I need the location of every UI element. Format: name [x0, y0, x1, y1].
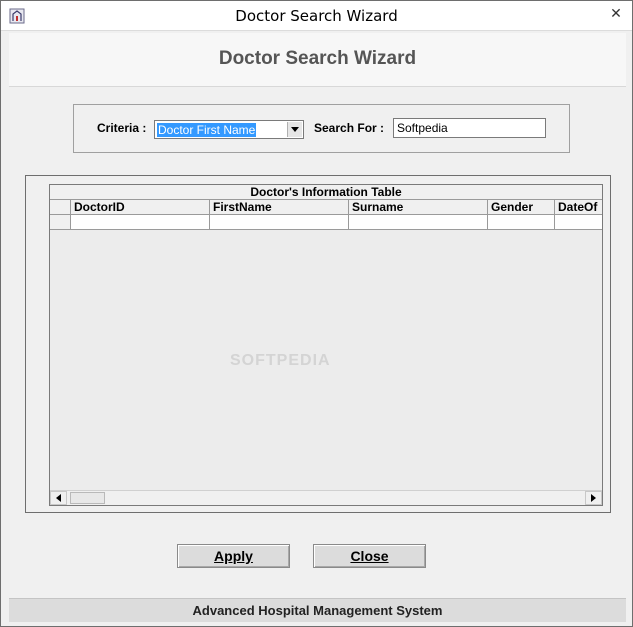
- table-row[interactable]: [50, 215, 602, 230]
- table-cell[interactable]: [71, 215, 210, 229]
- scrollbar-thumb[interactable]: [70, 492, 105, 504]
- column-header-firstname[interactable]: FirstName: [210, 200, 349, 214]
- column-header-surname[interactable]: Surname: [349, 200, 488, 214]
- column-header-dateof[interactable]: DateOf: [555, 200, 602, 214]
- close-button[interactable]: Close: [313, 544, 426, 568]
- scroll-left-icon[interactable]: [50, 491, 67, 505]
- row-selector[interactable]: [50, 215, 71, 229]
- criteria-label: Criteria :: [97, 121, 147, 135]
- window-title: Doctor Search Wizard: [235, 7, 398, 25]
- column-header-doctorid[interactable]: DoctorID: [71, 200, 210, 214]
- search-input[interactable]: [393, 118, 546, 138]
- apply-button[interactable]: Apply: [177, 544, 290, 568]
- table-cell[interactable]: [210, 215, 349, 229]
- criteria-selected-value: Doctor First Name: [155, 122, 258, 138]
- doctor-info-grid[interactable]: Doctor's Information Table DoctorID Firs…: [49, 184, 603, 506]
- doctor-search-window: Doctor Search Wizard ✕ Doctor Search Wiz…: [0, 0, 633, 627]
- table-cell[interactable]: [555, 215, 602, 229]
- footer-text: Advanced Hospital Management System: [192, 603, 443, 618]
- header-panel: Doctor Search Wizard: [9, 33, 626, 87]
- search-criteria-group: Criteria : Doctor First Name Search For …: [73, 104, 570, 153]
- title-bar: Doctor Search Wizard ✕: [1, 1, 632, 31]
- table-cell[interactable]: [349, 215, 488, 229]
- table-frame: Doctor's Information Table DoctorID Firs…: [25, 175, 611, 513]
- window-close-button[interactable]: ✕: [602, 2, 630, 24]
- search-for-label: Search For :: [314, 121, 385, 135]
- table-header-row: DoctorID FirstName Surname Gender DateOf: [50, 200, 602, 215]
- close-icon: ✕: [610, 4, 622, 21]
- column-header-gender[interactable]: Gender: [488, 200, 555, 214]
- status-footer: Advanced Hospital Management System: [9, 598, 626, 622]
- row-selector-header: [50, 200, 71, 214]
- page-title: Doctor Search Wizard: [218, 48, 417, 69]
- criteria-dropdown[interactable]: Doctor First Name: [154, 120, 304, 139]
- table-cell[interactable]: [488, 215, 555, 229]
- scroll-right-icon[interactable]: [585, 491, 602, 505]
- horizontal-scrollbar[interactable]: [50, 490, 602, 505]
- table-caption: Doctor's Information Table: [50, 185, 602, 200]
- chevron-down-icon[interactable]: [287, 122, 302, 137]
